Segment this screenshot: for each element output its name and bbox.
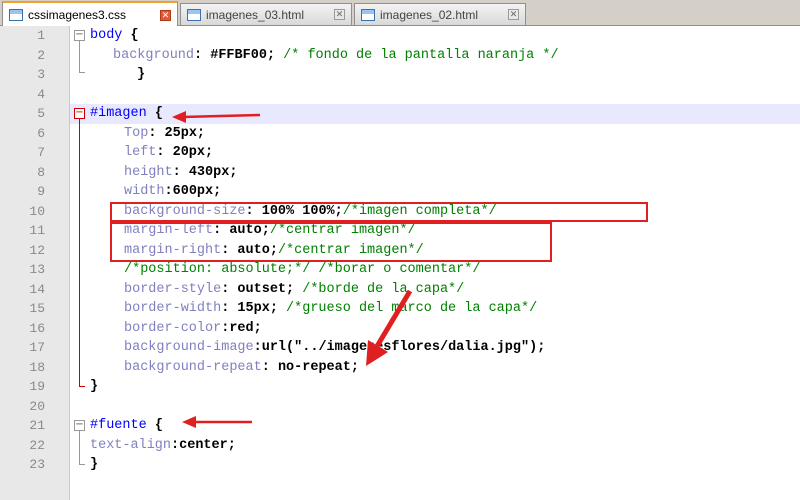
line-number: 6 <box>37 125 45 141</box>
tab-label: imagenes_03.html <box>206 7 305 22</box>
fold-end <box>79 386 85 387</box>
line-number: 20 <box>29 398 45 414</box>
selector: body <box>90 28 123 43</box>
tab-imagenes-03[interactable]: imagenes_03.html ✕ <box>180 3 352 25</box>
tab-bar: cssimagenes3.css ✕ imagenes_03.html ✕ im… <box>0 0 800 27</box>
annotation-arrow-imagen <box>172 111 261 123</box>
selector: #imagen <box>90 106 147 121</box>
close-icon[interactable]: ✕ <box>160 9 171 21</box>
line-number: 14 <box>29 281 45 297</box>
close-icon[interactable]: ✕ <box>334 9 345 20</box>
line-number: 13 <box>29 262 45 277</box>
selector: #fuente <box>90 418 147 433</box>
fold-line <box>79 41 80 72</box>
annotation-box-background-size <box>110 202 648 222</box>
fold-end <box>79 464 85 465</box>
code-line-1: body { <box>90 28 139 43</box>
fold-line <box>79 119 80 386</box>
tab-cssimagenes3[interactable]: cssimagenes3.css ✕ <box>2 1 178 27</box>
fold-toggle-icon[interactable]: − <box>74 30 85 41</box>
line-number: 1 <box>37 28 45 43</box>
code-line-15: border-width: 15px; /*grueso del marco d… <box>124 301 538 316</box>
code-line-9: width:600px; <box>124 184 222 199</box>
html-file-icon <box>187 8 201 21</box>
code-editor[interactable]: body { background: #FFBF00; /* fondo de … <box>70 26 800 500</box>
close-icon[interactable]: ✕ <box>508 9 519 20</box>
tab-label: cssimagenes3.css <box>28 8 127 22</box>
fold-line <box>79 431 80 464</box>
code-line-18: background-repeat: no-repeat; <box>124 359 359 375</box>
line-number: 22 <box>29 437 45 453</box>
line-number: 7 <box>37 145 45 160</box>
annotation-arrow-fuente <box>182 416 252 428</box>
code-line-13: /*position: absolute;*/ /*borar o coment… <box>124 262 481 277</box>
line-number: 11 <box>29 223 45 238</box>
line-number: 9 <box>37 184 45 199</box>
css-file-icon <box>9 9 23 21</box>
line-number: 17 <box>29 340 45 355</box>
code-line-7: left: 20px; <box>124 145 214 160</box>
line-number: 16 <box>29 320 45 336</box>
fold-end <box>79 72 85 73</box>
fold-toggle-icon[interactable]: − <box>74 420 85 431</box>
line-number: 19 <box>29 379 45 394</box>
line-number: 3 <box>37 67 45 82</box>
html-file-icon <box>361 8 375 21</box>
code-line-21: #fuente { <box>90 418 163 433</box>
code-line-19: } <box>90 379 99 394</box>
code-line-16: border-color:red; <box>124 320 262 336</box>
line-number: 18 <box>29 359 45 375</box>
code-line-23: } <box>90 457 99 472</box>
annotation-arrow-background-image <box>366 289 413 366</box>
line-number: 10 <box>29 203 45 219</box>
tab-label: imagenes_02.html <box>380 7 479 22</box>
line-number: 12 <box>29 242 45 258</box>
line-number: 23 <box>29 457 45 472</box>
fold-toggle-icon[interactable]: − <box>74 108 85 119</box>
code-line-5: #imagen { <box>90 106 163 121</box>
line-number: 8 <box>37 164 45 180</box>
line-number: 5 <box>37 106 45 121</box>
code-line-6: Top: 25px; <box>124 125 206 141</box>
line-number: 2 <box>37 47 45 63</box>
tab-imagenes-02[interactable]: imagenes_02.html ✕ <box>354 3 526 25</box>
line-number: 15 <box>29 301 45 316</box>
code-line-8: height: 430px; <box>124 164 238 180</box>
code-line-3: } <box>137 67 146 82</box>
annotation-box-margins <box>110 222 552 262</box>
line-number-gutter: 1 2 3 4 5 6 7 8 9 10 11 12 13 14 15 16 17 18 19 20 21 22 23 <box>0 26 70 500</box>
code-line-17: background-image:url("../imagenesflores/… <box>124 340 546 355</box>
code-line-2: background: #FFBF00; /* fondo de la pant… <box>113 47 559 63</box>
line-number: 4 <box>37 86 45 102</box>
line-number: 21 <box>29 418 45 433</box>
code-line-22: text-align:center; <box>90 437 236 453</box>
